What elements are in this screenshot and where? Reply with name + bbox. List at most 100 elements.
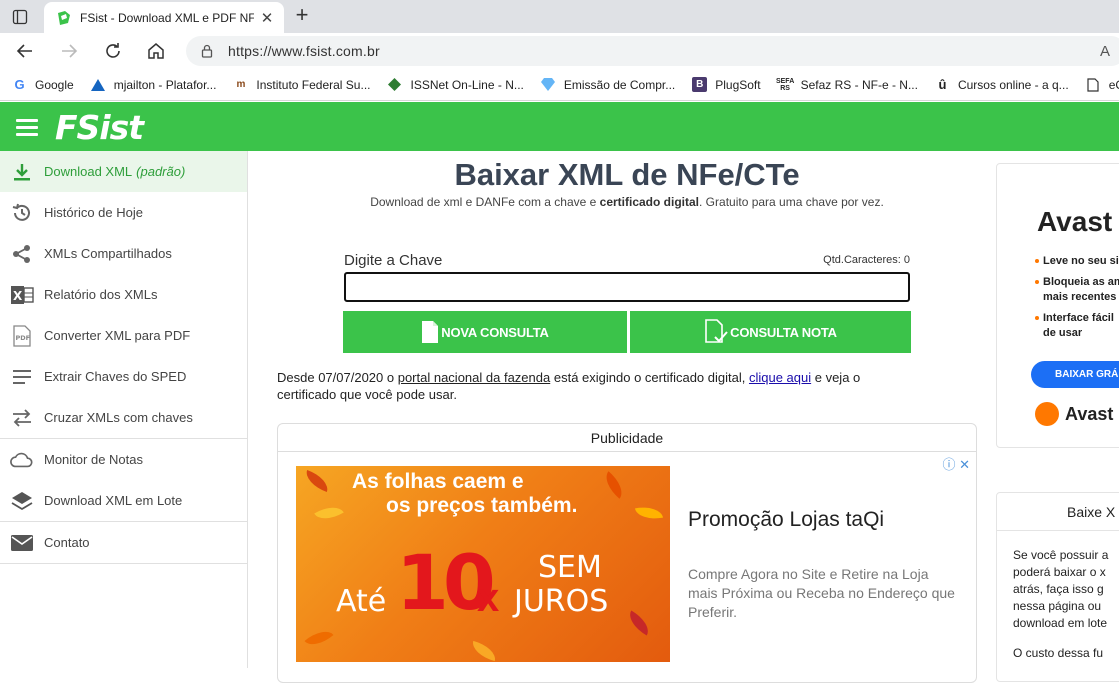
history-icon bbox=[10, 201, 34, 225]
sidebar-item-extrair-chaves[interactable]: Extrair Chaves do SPED bbox=[0, 356, 247, 397]
svg-text:X: X bbox=[13, 289, 23, 303]
reload-icon bbox=[106, 43, 120, 58]
ad-banner-image[interactable]: As folhas caem e os preços também. Até 1… bbox=[296, 466, 670, 662]
box-spacer bbox=[1013, 632, 1119, 645]
bookmark-item[interactable]: mjailton - Platafor... bbox=[91, 77, 217, 92]
home-icon bbox=[148, 43, 164, 59]
ad-headline[interactable]: Promoção Lojas taQi bbox=[688, 508, 884, 532]
sidebar-item-label: Cruzar XMLs com chaves bbox=[44, 410, 193, 425]
sidebar-item-label: Monitor de Notas bbox=[44, 452, 143, 467]
pdf-icon: PDF bbox=[10, 324, 34, 348]
sidebar-item-label: Histórico de Hoje bbox=[44, 205, 143, 220]
bookmark-item[interactable]: eCAC bbox=[1086, 77, 1119, 92]
home-button[interactable] bbox=[143, 39, 169, 63]
reader-mode-icon[interactable]: A bbox=[1100, 43, 1110, 60]
page-title: Baixar XML de NFe/CTe bbox=[454, 157, 800, 192]
sidebar-item-label: Relatório dos XMLs bbox=[44, 287, 158, 302]
sidebar-item-monitor[interactable]: Monitor de Notas bbox=[0, 439, 247, 480]
bookmark-label: Cursos online - a q... bbox=[957, 77, 1069, 92]
button-label: NOVA CONSULTA bbox=[441, 324, 549, 340]
sidebar-item-label: Converter XML para PDF bbox=[44, 328, 191, 343]
box-line: atrás, faça isso g bbox=[1013, 582, 1104, 596]
clique-aqui-link[interactable]: clique aqui bbox=[749, 370, 811, 385]
fsist-logo[interactable]: FSist bbox=[55, 108, 144, 147]
publicidade-box: Publicidade As folhas caem e os preços t… bbox=[277, 423, 977, 683]
box-line: Se você possuir a bbox=[1013, 548, 1109, 562]
new-tab-button[interactable]: + bbox=[290, 4, 314, 28]
forward-arrow-icon bbox=[62, 44, 78, 58]
ad-choices-icon[interactable]: ⓘ ✕ bbox=[942, 454, 970, 473]
sidebar-item-contato[interactable]: Contato bbox=[0, 522, 247, 563]
certificate-notice: Desde 07/07/2020 o portal nacional da fa… bbox=[277, 369, 917, 403]
tab-actions-icon[interactable] bbox=[8, 6, 32, 28]
hamburger-menu-icon[interactable] bbox=[16, 119, 38, 136]
nova-consulta-button[interactable]: NOVA CONSULTA bbox=[343, 311, 627, 353]
sidebar: Download XML (padrão) Histórico de Hoje X… bbox=[0, 151, 248, 668]
notice-text: Desde 07/07/2020 o bbox=[277, 370, 398, 385]
avast-logo-icon bbox=[1035, 402, 1059, 426]
sidebar-item-download-xml[interactable]: Download XML (padrão) bbox=[0, 151, 247, 192]
tab-close-icon[interactable]: ✕ bbox=[258, 9, 276, 27]
avast-bullet: Bloqueia as am bbox=[1035, 275, 1119, 290]
notice-text: está exigindo o certificado digital, bbox=[550, 370, 749, 385]
subtitle-bold: certificado digital bbox=[599, 195, 700, 209]
excel-icon: X bbox=[10, 283, 34, 307]
cloud-icon bbox=[10, 448, 34, 472]
bookmark-label: eCAC bbox=[1108, 77, 1119, 92]
avast-logo: Avast bbox=[1035, 402, 1113, 426]
avast-ad-box[interactable]: Avast F Leve no seu sis Bloqueia as am m… bbox=[996, 163, 1119, 448]
bookmark-item[interactable]: ISSNet On-Line - N... bbox=[387, 77, 524, 92]
address-bar[interactable]: https://www.fsist.com.br A bbox=[186, 36, 1119, 66]
box-line: download em lote bbox=[1013, 616, 1108, 630]
sidebar-item-historico[interactable]: Histórico de Hoje bbox=[0, 192, 247, 233]
url-text[interactable]: https://www.fsist.com.br bbox=[228, 43, 380, 59]
chave-input[interactable] bbox=[344, 272, 910, 302]
sidebar-item-compartilhados[interactable]: XMLs Compartilhados bbox=[0, 233, 247, 274]
sidebar-item-cruzar-xmls[interactable]: Cruzar XMLs com chaves bbox=[0, 397, 247, 438]
diamond-icon bbox=[387, 77, 402, 92]
ad-image-sem: SEM bbox=[538, 550, 602, 585]
avast-logo-text: Avast bbox=[1065, 403, 1114, 424]
ad-image-10: 10 bbox=[396, 538, 496, 627]
back-button[interactable] bbox=[12, 39, 38, 63]
forward-button[interactable] bbox=[56, 39, 82, 63]
ad-image-x: x bbox=[477, 576, 500, 620]
sidebar-item-label: Extrair Chaves do SPED bbox=[44, 369, 187, 384]
share-icon bbox=[10, 242, 34, 266]
page-icon bbox=[1086, 77, 1101, 92]
browser-toolbar: https://www.fsist.com.br A bbox=[0, 33, 1119, 69]
lock-icon bbox=[201, 44, 213, 58]
ad-description[interactable]: Compre Agora no Site e Retire na Loja ma… bbox=[688, 565, 958, 622]
page-subtitle: Download de xml e DANFe com a chave e ce… bbox=[249, 195, 1005, 209]
portal-link[interactable]: portal nacional da fazenda bbox=[398, 370, 551, 385]
avast-bullet: Interface fácil bbox=[1035, 311, 1119, 326]
baixe-xml-text: Se você possuir a poderá baixar o x atrá… bbox=[997, 531, 1119, 662]
bookmark-label: PlugSoft bbox=[715, 77, 761, 92]
bookmark-item[interactable]: SEFA RS Sefaz RS - NF-e - N... bbox=[776, 77, 918, 92]
ad-image-line1: As folhas caem e bbox=[352, 470, 524, 493]
bookmark-item[interactable]: m Instituto Federal Su... bbox=[233, 77, 370, 92]
avast-ad-title: Avast F bbox=[1037, 206, 1119, 237]
avast-ad-bullets: Leve no seu sis Bloqueia as am mais rece… bbox=[1035, 254, 1119, 347]
bookmark-item[interactable]: Emissão de Compr... bbox=[541, 77, 675, 92]
main-content: Baixar XML de NFe/CTe Download de xml e … bbox=[249, 151, 989, 683]
bookmark-item[interactable]: G Google bbox=[12, 77, 73, 92]
google-icon: G bbox=[14, 77, 25, 92]
b-icon: B bbox=[692, 77, 708, 92]
sidebar-item-download-lote[interactable]: Download XML em Lote bbox=[0, 480, 247, 521]
browser-tab-bar: FSist - Download XML e PDF NFe ✕ + bbox=[0, 0, 1119, 33]
avast-download-button[interactable]: BAIXAR GRÁ bbox=[1031, 361, 1119, 388]
browser-tab-active[interactable]: FSist - Download XML e PDF NFe ✕ bbox=[44, 2, 284, 33]
bookmark-item[interactable]: B PlugSoft bbox=[692, 77, 761, 92]
bookmark-label: mjailton - Platafor... bbox=[113, 77, 217, 92]
bookmark-item[interactable]: û Cursos online - a q... bbox=[935, 77, 1069, 92]
reload-button[interactable] bbox=[100, 39, 126, 63]
consulta-nota-button[interactable]: CONSULTA NOTA bbox=[630, 311, 911, 353]
button-label: CONSULTA NOTA bbox=[730, 324, 837, 340]
sidebar-item-relatorio[interactable]: X Relatório dos XMLs bbox=[0, 274, 247, 315]
fsist-favicon-icon bbox=[58, 10, 70, 25]
download-icon bbox=[10, 160, 34, 184]
bookmark-label: Emissão de Compr... bbox=[563, 77, 676, 92]
sidebar-item-converter-pdf[interactable]: PDF Converter XML para PDF bbox=[0, 315, 247, 356]
sidebar-item-label: XMLs Compartilhados bbox=[44, 246, 172, 261]
